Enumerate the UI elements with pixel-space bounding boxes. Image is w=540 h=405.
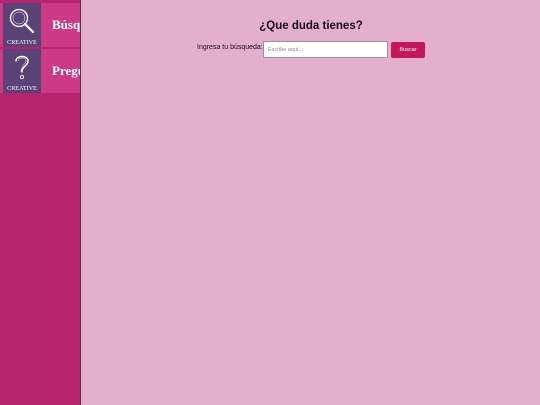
logo-caption: CREATIVE <box>7 86 37 92</box>
sidebar-item-preguntas[interactable]: CREATIVE Preguntas <box>0 49 80 93</box>
sidebar: CREATIVE Búsqueda CREATIVE Preguntas <box>0 0 81 405</box>
page-title: ¿Que duda tienes? <box>259 20 363 32</box>
logo-caption: CREATIVE <box>7 40 37 46</box>
sidebar-item-label: Preguntas <box>52 63 80 78</box>
search-input[interactable] <box>263 41 388 58</box>
search-label: Ingresa tu búsqueda: <box>197 44 263 51</box>
sidebar-item-label: Búsqueda <box>52 17 81 32</box>
main-content: ¿Que duda tienes? Ingresa tu búsqueda: B… <box>82 0 540 405</box>
magnifier-icon <box>9 8 35 34</box>
search-button[interactable]: Buscar <box>391 42 425 58</box>
question-mark-icon <box>15 55 29 79</box>
sidebar-item-busqueda[interactable]: CREATIVE Búsqueda <box>0 3 81 47</box>
busqueda-logo: CREATIVE <box>3 3 41 47</box>
preguntas-logo: CREATIVE <box>3 49 41 93</box>
